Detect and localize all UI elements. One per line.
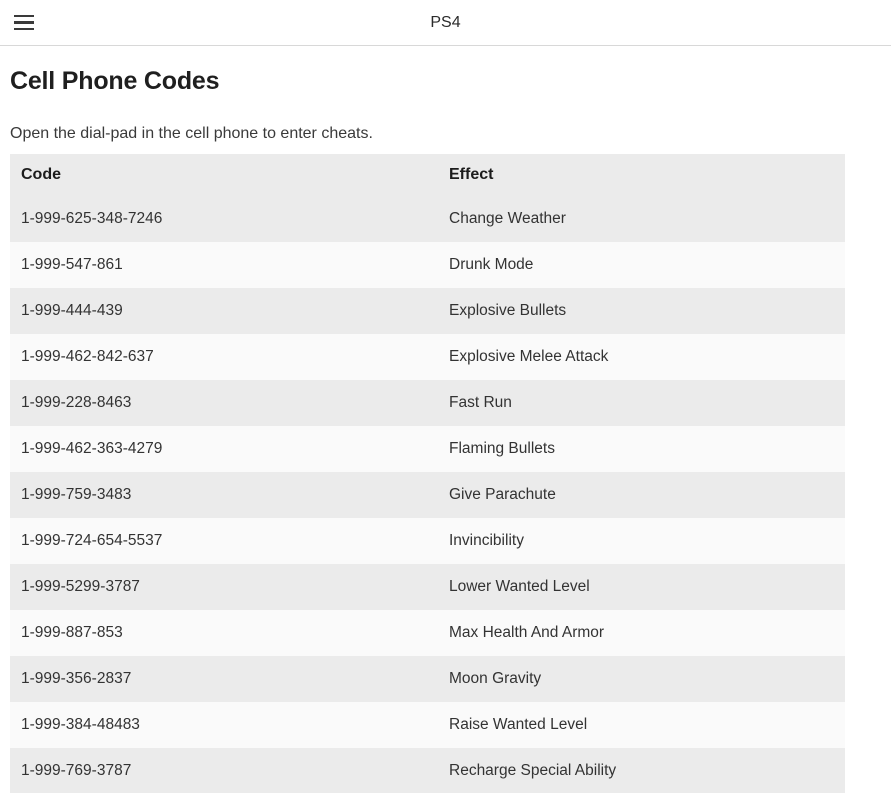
app-bar-title: PS4 [430,14,461,31]
cell-effect: Drunk Mode [438,242,845,288]
hamburger-menu-icon [14,15,34,30]
cell-code: 1-999-462-842-637 [10,334,438,380]
cell-effect: Fast Run [438,380,845,426]
column-header-code: Code [10,154,438,196]
table-row: 1-999-356-2837 Moon Gravity [10,656,845,702]
cell-code: 1-999-547-861 [10,242,438,288]
table-row: 1-999-625-348-7246 Change Weather [10,196,845,242]
cell-code: 1-999-724-654-5537 [10,518,438,564]
table-row: 1-999-462-363-4279 Flaming Bullets [10,426,845,472]
table-row: 1-999-5299-3787 Lower Wanted Level [10,564,845,610]
hamburger-menu-button[interactable] [0,0,48,46]
page-title: Cell Phone Codes [10,67,220,95]
page-content: Cell Phone Codes Open the dial-pad in th… [0,67,891,793]
table-row: 1-999-547-861 Drunk Mode [10,242,845,288]
table-header: Code Effect [10,154,845,196]
hamburger-bar-3 [14,27,34,30]
table-row: 1-999-759-3483 Give Parachute [10,472,845,518]
cell-effect: Explosive Bullets [438,288,845,334]
cell-effect: Lower Wanted Level [438,564,845,610]
table-header-row: Code Effect [10,154,845,196]
table-body: 1-999-625-348-7246 Change Weather 1-999-54… [10,196,845,793]
cell-effect: Moon Gravity [438,656,845,702]
cell-effect: Raise Wanted Level [438,702,845,748]
table-row: 1-999-887-853 Max Health And Armor [10,610,845,656]
cell-code: 1-999-5299-3787 [10,564,438,610]
cell-effect: Explosive Melee Attack [438,334,845,380]
hamburger-bar-2 [14,21,34,24]
cell-code: 1-999-228-8463 [10,380,438,426]
cell-code: 1-999-384-48483 [10,702,438,748]
column-header-effect: Effect [438,154,845,196]
hamburger-bar-1 [14,15,34,18]
table-row: 1-999-228-8463 Fast Run [10,380,845,426]
cell-effect: Max Health And Armor [438,610,845,656]
cell-code: 1-999-462-363-4279 [10,426,438,472]
cell-code: 1-999-769-3787 [10,748,438,793]
table-row: 1-999-462-842-637 Explosive Melee Attack [10,334,845,380]
cell-effect: Flaming Bullets [438,426,845,472]
cell-code: 1-999-356-2837 [10,656,438,702]
cell-code: 1-999-625-348-7246 [10,196,438,242]
cell-code: 1-999-887-853 [10,610,438,656]
table-row: 1-999-769-3787 Recharge Special Ability [10,748,845,793]
app-bar: PS4 [0,0,891,46]
cheat-codes-table: Code Effect 1-999-625-348-7246 Change Wea… [10,154,845,793]
cell-effect: Give Parachute [438,472,845,518]
cell-effect: Recharge Special Ability [438,748,845,793]
table-row: 1-999-384-48483 Raise Wanted Level [10,702,845,748]
cell-effect: Change Weather [438,196,845,242]
table-row: 1-999-444-439 Explosive Bullets [10,288,845,334]
cell-code: 1-999-444-439 [10,288,438,334]
table-row: 1-999-724-654-5537 Invincibility [10,518,845,564]
page-intro-text: Open the dial-pad in the cell phone to e… [10,125,373,142]
cell-effect: Invincibility [438,518,845,564]
cell-code: 1-999-759-3483 [10,472,438,518]
